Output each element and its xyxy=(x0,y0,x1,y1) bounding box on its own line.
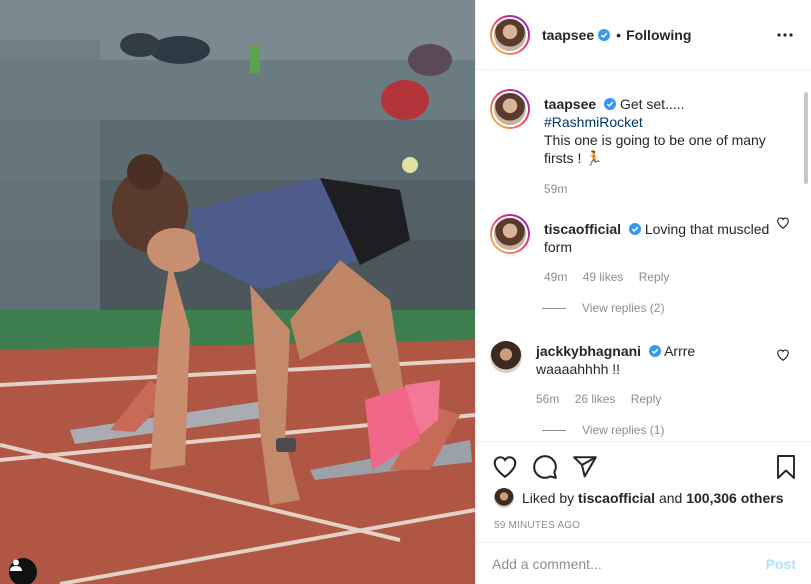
comment-likes[interactable]: 49 likes xyxy=(583,270,624,284)
verified-icon xyxy=(604,98,617,110)
verified-icon xyxy=(598,28,611,41)
avatar[interactable] xyxy=(490,214,530,254)
view-replies-label[interactable]: View replies (1) xyxy=(582,423,664,437)
comment-input[interactable] xyxy=(492,555,766,572)
view-replies-button[interactable]: View replies (2) xyxy=(542,301,664,315)
verified-icon xyxy=(628,223,641,235)
liked-by-and: and xyxy=(658,490,683,506)
comments-scrollbar[interactable] xyxy=(804,92,808,184)
post-actions: Liked by tiscaofficial and 100,306 other… xyxy=(476,441,811,541)
heart-icon[interactable] xyxy=(776,216,790,230)
liked-by-user[interactable]: tiscaofficial xyxy=(578,490,655,506)
comments-list[interactable]: taapsee Get set..... #RashmiRocket This … xyxy=(476,71,811,441)
sprinter-image xyxy=(0,0,475,584)
post-header: taapsee • Following xyxy=(476,0,811,70)
reply-button[interactable]: Reply xyxy=(631,392,662,406)
caption-username[interactable]: taapsee xyxy=(544,96,596,112)
tagged-user-button[interactable] xyxy=(9,558,37,584)
share-icon[interactable] xyxy=(572,454,598,480)
comment-time: 56m xyxy=(536,392,560,406)
comment-item: jackkybhagnani Arrre waaaahhhh !! 56m 26… xyxy=(490,341,790,408)
liked-by-prefix: Liked by xyxy=(522,490,575,506)
add-comment-bar: Post xyxy=(476,542,811,584)
comment-item: tiscaofficial Loving that muscled form 4… xyxy=(490,214,790,286)
post-button[interactable]: Post xyxy=(766,556,796,572)
caption-text-2: This one is going to be one of many firs… xyxy=(544,132,766,166)
verified-icon xyxy=(648,345,661,357)
avatar[interactable] xyxy=(490,89,530,129)
post-side-panel: taapsee • Following taapsee Get set.....… xyxy=(475,0,811,584)
caption-time: 59m xyxy=(544,182,568,196)
separator-dot: • xyxy=(616,26,622,43)
liked-by-summary: Liked by tiscaofficial and 100,306 other… xyxy=(494,488,784,508)
bookmark-icon[interactable] xyxy=(774,454,798,480)
more-options-icon[interactable] xyxy=(776,26,794,44)
view-replies-button[interactable]: View replies (1) xyxy=(542,423,664,437)
liked-by-count[interactable]: 100,306 others xyxy=(686,490,783,506)
caption-text-1: Get set..... xyxy=(619,96,685,112)
avatar[interactable] xyxy=(494,488,514,508)
hashtag-link[interactable]: #RashmiRocket xyxy=(544,114,643,130)
avatar[interactable] xyxy=(490,341,522,373)
caption-entry: taapsee Get set..... #RashmiRocket This … xyxy=(490,89,790,198)
comment-icon[interactable] xyxy=(532,454,558,480)
header-username[interactable]: taapsee xyxy=(542,27,594,43)
view-replies-label[interactable]: View replies (2) xyxy=(582,301,664,315)
heart-icon[interactable] xyxy=(492,454,518,480)
post-photo[interactable] xyxy=(0,0,475,584)
reply-button[interactable]: Reply xyxy=(639,270,670,284)
comment-time: 49m xyxy=(544,270,568,284)
post-timestamp[interactable]: 59 MINUTES AGO xyxy=(494,520,580,531)
user-icon xyxy=(10,559,22,571)
comment-likes[interactable]: 26 likes xyxy=(575,392,616,406)
avatar[interactable] xyxy=(490,14,530,55)
comment-username[interactable]: jackkybhagnani xyxy=(536,343,641,359)
following-button[interactable]: Following xyxy=(626,27,691,43)
heart-icon[interactable] xyxy=(776,348,790,362)
comment-username[interactable]: tiscaofficial xyxy=(544,221,621,237)
